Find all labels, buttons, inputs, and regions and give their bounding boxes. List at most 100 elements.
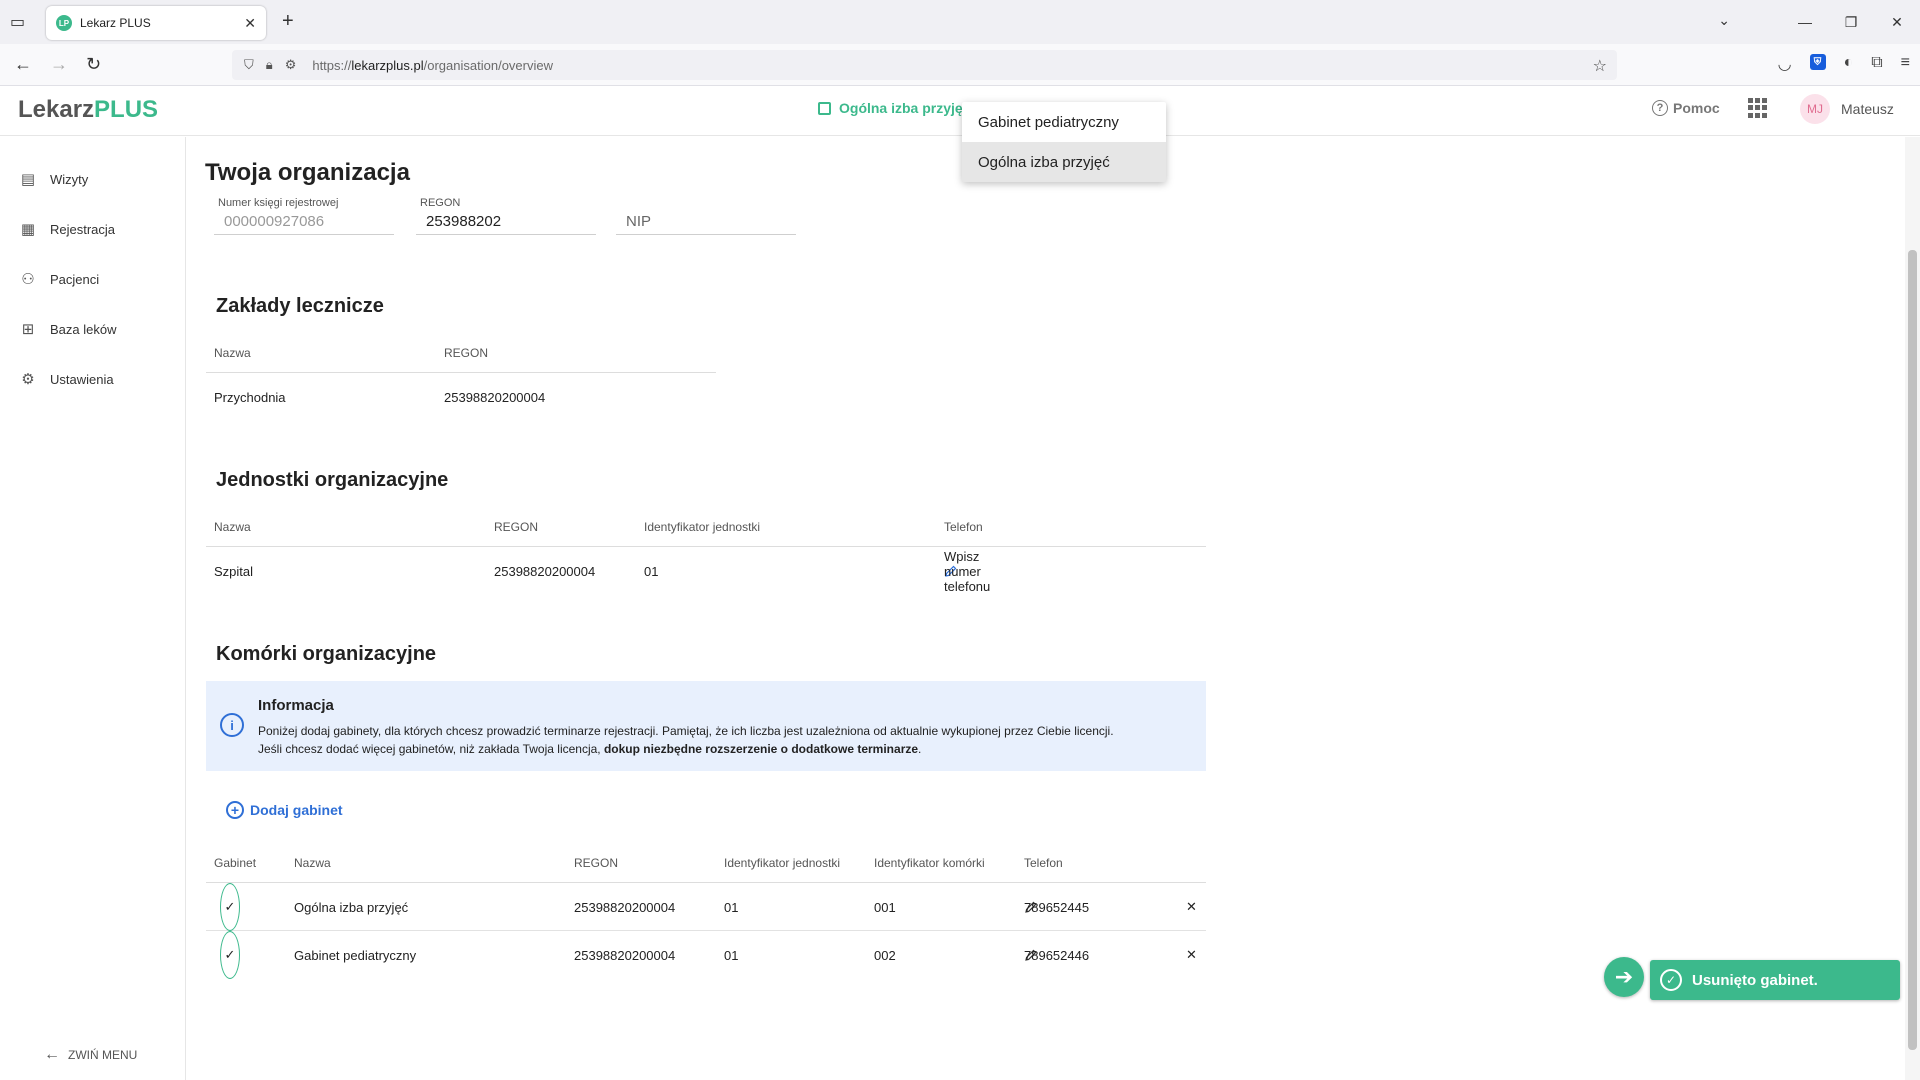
selected-organisation: Ogólna izba przyjęć (839, 100, 971, 116)
section-title: Komórki organizacyjne (216, 643, 437, 665)
add-office-button[interactable]: + Dodaj gabinet (226, 801, 343, 819)
tab-list-icon[interactable]: ▭ (10, 12, 30, 32)
zaklady-table: Nazwa REGON Przychodnia 25398820200004 (206, 333, 716, 421)
sidebar-item-baza-lekow[interactable]: ⊞ Baza leków (0, 309, 186, 349)
bitwarden-icon[interactable]: ⛨ (1809, 54, 1826, 70)
column-header: Nazwa (214, 520, 251, 534)
plus-circle-icon: + (226, 801, 244, 819)
scrollbar-thumb[interactable] (1908, 250, 1917, 1050)
table-row[interactable]: ✓ Ogólna izba przyjęć 25398820200004 01 … (206, 883, 1206, 931)
sidebar-item-label: Wizyty (50, 171, 89, 187)
cell-phone[interactable]: 789652445 (1024, 883, 1089, 931)
column-header: REGON (574, 856, 619, 870)
column-header: Identyfikator komórki (874, 856, 985, 870)
cell-regon: 25398820200004 (494, 563, 596, 579)
puzzle-icon[interactable]: ⧉ (1871, 54, 1882, 74)
menu-icon[interactable]: ≡ (1901, 54, 1910, 74)
field-placeholder: NIP (626, 213, 652, 230)
extension-icon[interactable]: ◐ (1844, 54, 1854, 74)
permissions-icon[interactable]: ⚙ (285, 57, 297, 73)
sidebar-item-ustawienia[interactable]: ⚙ Ustawienia (0, 359, 186, 399)
collapse-menu-label: ZWIŃ MENU (68, 1048, 138, 1062)
dropdown-option-selected[interactable]: Ogólna izba przyjęć (962, 142, 1166, 182)
apps-grid-icon[interactable] (1748, 98, 1768, 118)
table-row[interactable]: Szpital 25398820200004 01 Wpisz numer te… (206, 547, 1206, 595)
column-header: Telefon (944, 520, 983, 534)
app-logo[interactable]: LekarzPLUS (18, 96, 158, 124)
minimize-icon[interactable]: — (1782, 0, 1828, 44)
section-title: Zakłady lecznicze (216, 295, 384, 317)
info-text: Poniżej dodaj gabinety, dla których chce… (258, 724, 1114, 756)
forward-icon[interactable]: → (50, 54, 68, 75)
toast-notification[interactable]: ✓ Usunięto gabinet. (1650, 960, 1900, 1000)
avatar[interactable]: MJ (1800, 94, 1830, 124)
close-tab-icon[interactable]: ✕ (244, 15, 256, 32)
restore-icon[interactable]: ❐ (1828, 0, 1874, 44)
field-value: 253988202 (426, 213, 502, 230)
cell-unit-id: 01 (724, 899, 739, 915)
sidebar: ▤ Wizyty ▦ Rejestracja ⚇ Pacjenci ⊞ Baza… (0, 137, 186, 1080)
organisation-selector[interactable]: Ogólna izba przyjęć (818, 100, 970, 116)
url-text[interactable]: https://lekarzplus.pl/organisation/overv… (312, 58, 553, 73)
komorki-table: Gabinet Nazwa REGON Identyfikator jednos… (206, 843, 1206, 979)
sidebar-item-label: Ustawienia (50, 371, 114, 387)
delete-icon[interactable]: ✕ (1186, 931, 1197, 979)
sidebar-item-wizyty[interactable]: ▤ Wizyty (0, 159, 186, 199)
chevron-down-icon[interactable]: ⌄ (1718, 12, 1730, 29)
extensions-bar: ◡ ⛨ ◐ ⧉ ≡ (1778, 54, 1910, 74)
arrow-right-icon[interactable]: ➔ (1604, 957, 1644, 997)
cell-name: Przychodnia (214, 389, 286, 405)
jednostki-table: Nazwa REGON Identyfikator jednostki Tele… (206, 507, 1206, 595)
phone-value: 789652445 (1024, 899, 1090, 915)
pocket-icon[interactable]: ◡ (1778, 54, 1792, 74)
table-header: Gabinet Nazwa REGON Identyfikator jednos… (206, 843, 1206, 883)
bookmark-star-icon[interactable]: ☆ (1593, 56, 1607, 76)
column-header: Nazwa (294, 856, 331, 870)
delete-icon[interactable]: ✕ (1186, 883, 1197, 931)
license-extension-link[interactable]: dokup niezbędne rozszerzenie o dodatkowe… (604, 742, 918, 756)
sidebar-item-label: Baza leków (50, 321, 117, 337)
window-controls: — ❐ ✕ (1782, 0, 1920, 44)
registry-number-field[interactable]: Numer księgi rejestrowej 000000927086 (214, 195, 394, 235)
add-phone-link[interactable]: Wpisz numer telefonu (944, 547, 990, 595)
shield-icon[interactable]: ⛉ (244, 57, 254, 73)
page-title: Twoja organizacja (205, 159, 410, 186)
user-name[interactable]: Mateusz (1841, 101, 1894, 117)
field-label: REGON (420, 197, 461, 209)
sidebar-item-label: Pacjenci (50, 271, 100, 287)
cell-unit-id: 01 (644, 563, 659, 579)
cell-cell-id: 002 (874, 947, 896, 963)
back-icon[interactable]: ← (14, 54, 32, 75)
check-circle-icon: ✓ (220, 931, 240, 979)
reload-icon[interactable]: ↻ (86, 54, 101, 75)
close-window-icon[interactable]: ✕ (1874, 0, 1920, 44)
cell-regon: 25398820200004 (574, 899, 676, 915)
collapse-menu-button[interactable]: ← ZWIŃ MENU (44, 1046, 137, 1064)
table-header: Nazwa REGON (206, 333, 716, 373)
cell-phone[interactable]: 789652446 (1024, 931, 1089, 979)
nip-field[interactable]: NIP (616, 195, 796, 235)
lock-icon[interactable]: 🔒︎ (266, 57, 273, 73)
field-label: Numer księgi rejestrowej (218, 197, 339, 209)
sidebar-item-rejestracja[interactable]: ▦ Rejestracja (0, 209, 186, 249)
cell-name: Gabinet pediatryczny (294, 947, 417, 963)
url-bar[interactable]: ⛉ 🔒︎ ⚙ https://lekarzplus.pl/organisatio… (232, 50, 1617, 80)
cell-unit-id: 01 (724, 947, 739, 963)
browser-navbar: ← → ↻ ⛉ 🔒︎ ⚙ https://lekarzplus.pl/organ… (0, 44, 1920, 86)
organisation-dropdown: Gabinet pediatryczny Ogólna izba przyjęć (962, 102, 1166, 182)
help-label: Pomoc (1673, 100, 1720, 116)
table-header: Nazwa REGON Identyfikator jednostki Tele… (206, 507, 1206, 547)
table-row[interactable]: ✓ Gabinet pediatryczny 25398820200004 01… (206, 931, 1206, 979)
dropdown-option[interactable]: Gabinet pediatryczny (962, 102, 1166, 142)
table-row[interactable]: Przychodnia 25398820200004 (206, 373, 716, 421)
people-icon: ⚇ (21, 271, 35, 288)
cell-name: Szpital (214, 563, 254, 579)
regon-field[interactable]: REGON 253988202 (416, 195, 596, 235)
sidebar-item-pacjenci[interactable]: ⚇ Pacjenci (0, 259, 186, 299)
new-tab-icon[interactable]: + (282, 10, 294, 33)
column-header: Nazwa (214, 346, 251, 360)
scrollbar[interactable] (1905, 137, 1920, 1080)
help-button[interactable]: ? Pomoc (1652, 100, 1720, 116)
browser-tab[interactable]: LP Lekarz PLUS ✕ (46, 6, 266, 40)
cell-regon: 25398820200004 (574, 947, 676, 963)
